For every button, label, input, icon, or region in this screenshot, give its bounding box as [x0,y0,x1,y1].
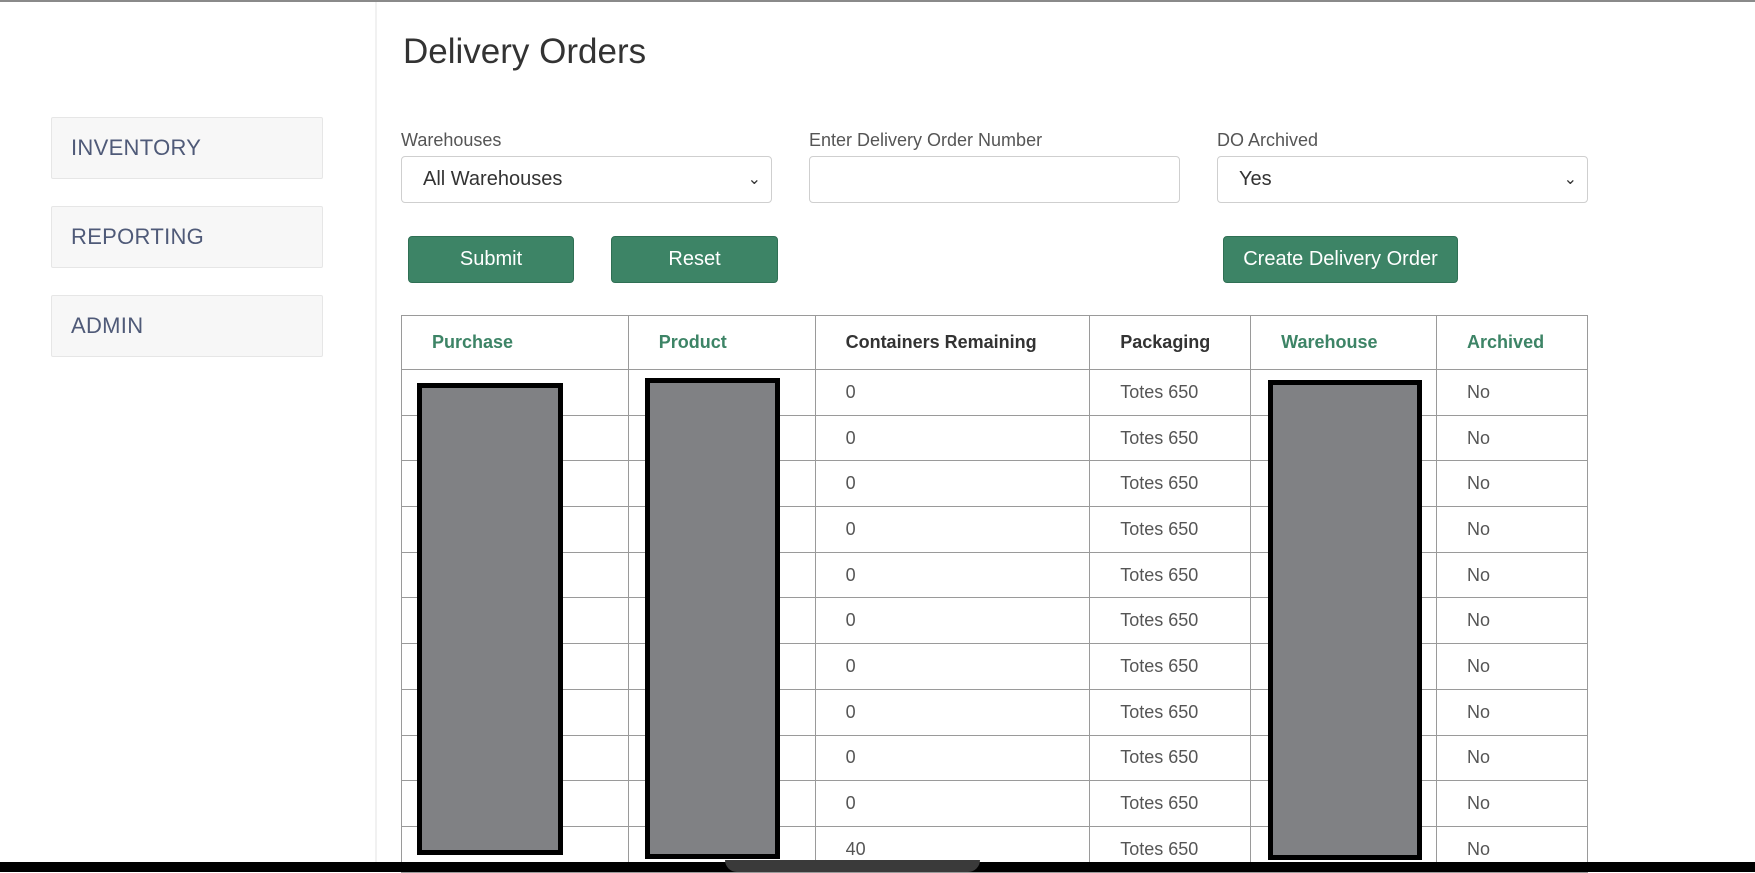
cell-archived: No [1436,734,1588,782]
cell-packaging: Totes 650 [1089,734,1252,782]
cell-archived: No [1436,460,1588,508]
do-number-input[interactable] [809,156,1180,203]
cell-archived: No [1436,780,1588,827]
column-header-purchase[interactable]: Purchase [401,315,629,370]
sidebar: INVENTORY REPORTING ADMIN [0,2,375,862]
cell-archived: No [1436,643,1588,690]
column-header-product[interactable]: Product [627,315,816,370]
sidebar-item-inventory[interactable]: INVENTORY [51,117,323,179]
sidebar-item-label: ADMIN [71,313,144,338]
cell-containers: 0 [814,597,1091,645]
column-header-packaging: Packaging [1089,315,1252,370]
column-header-warehouse[interactable]: Warehouse [1250,315,1438,370]
do-archived-label: DO Archived [1217,130,1319,150]
table-header-row: Purchase Product Containers Remaining Pa… [401,315,1588,370]
cell-containers: 0 [814,460,1091,508]
cell-archived: No [1436,369,1588,416]
reset-button[interactable]: Reset [611,236,778,283]
cell-archived: No [1436,506,1588,553]
cell-archived: No [1436,597,1588,645]
sidebar-item-label: REPORTING [71,224,205,249]
redaction-box [1268,380,1422,860]
cell-containers: 0 [814,506,1091,553]
cell-packaging: Totes 650 [1089,551,1252,599]
submit-button[interactable]: Submit [408,236,574,283]
do-archived-select-value: Yes [1239,168,1272,190]
do-archived-select[interactable]: Yes ⌄ [1217,156,1588,203]
sidebar-item-label: INVENTORY [71,135,202,160]
cell-packaging: Totes 650 [1089,460,1252,508]
redaction-box [645,378,780,859]
cell-packaging: Totes 650 [1089,780,1252,827]
cell-packaging: Totes 650 [1089,688,1252,736]
column-header-containers-remaining: Containers Remaining [814,315,1091,370]
chevron-down-icon: ⌄ [1563,171,1577,188]
cell-containers: 0 [814,688,1091,736]
create-delivery-order-button[interactable]: Create Delivery Order [1223,236,1458,283]
cell-containers: 0 [814,369,1091,416]
cell-archived: No [1436,551,1588,599]
warehouses-select-value: All Warehouses [423,168,563,190]
cell-containers: 0 [814,414,1091,462]
window-bottom-tab [725,860,980,872]
redaction-box [417,383,563,855]
cell-packaging: Totes 650 [1089,369,1252,416]
column-header-archived[interactable]: Archived [1436,315,1588,370]
cell-archived: No [1436,414,1588,462]
cell-containers: 0 [814,780,1091,827]
warehouses-select[interactable]: All Warehouses ⌄ [401,156,772,203]
cell-packaging: Totes 650 [1089,643,1252,690]
chevron-down-icon: ⌄ [747,171,761,188]
page-title: Delivery Orders [403,32,647,71]
do-number-label: Enter Delivery Order Number [809,130,1043,150]
cell-packaging: Totes 650 [1089,597,1252,645]
cell-containers: 0 [814,734,1091,782]
cell-archived: No [1436,688,1588,736]
sidebar-item-reporting[interactable]: REPORTING [51,206,323,268]
cell-containers: 0 [814,643,1091,690]
cell-packaging: Totes 650 [1089,414,1252,462]
sidebar-item-admin[interactable]: ADMIN [51,295,323,357]
warehouses-label: Warehouses [401,130,502,150]
cell-containers: 0 [814,551,1091,599]
sidebar-divider [375,2,377,862]
cell-packaging: Totes 650 [1089,506,1252,553]
